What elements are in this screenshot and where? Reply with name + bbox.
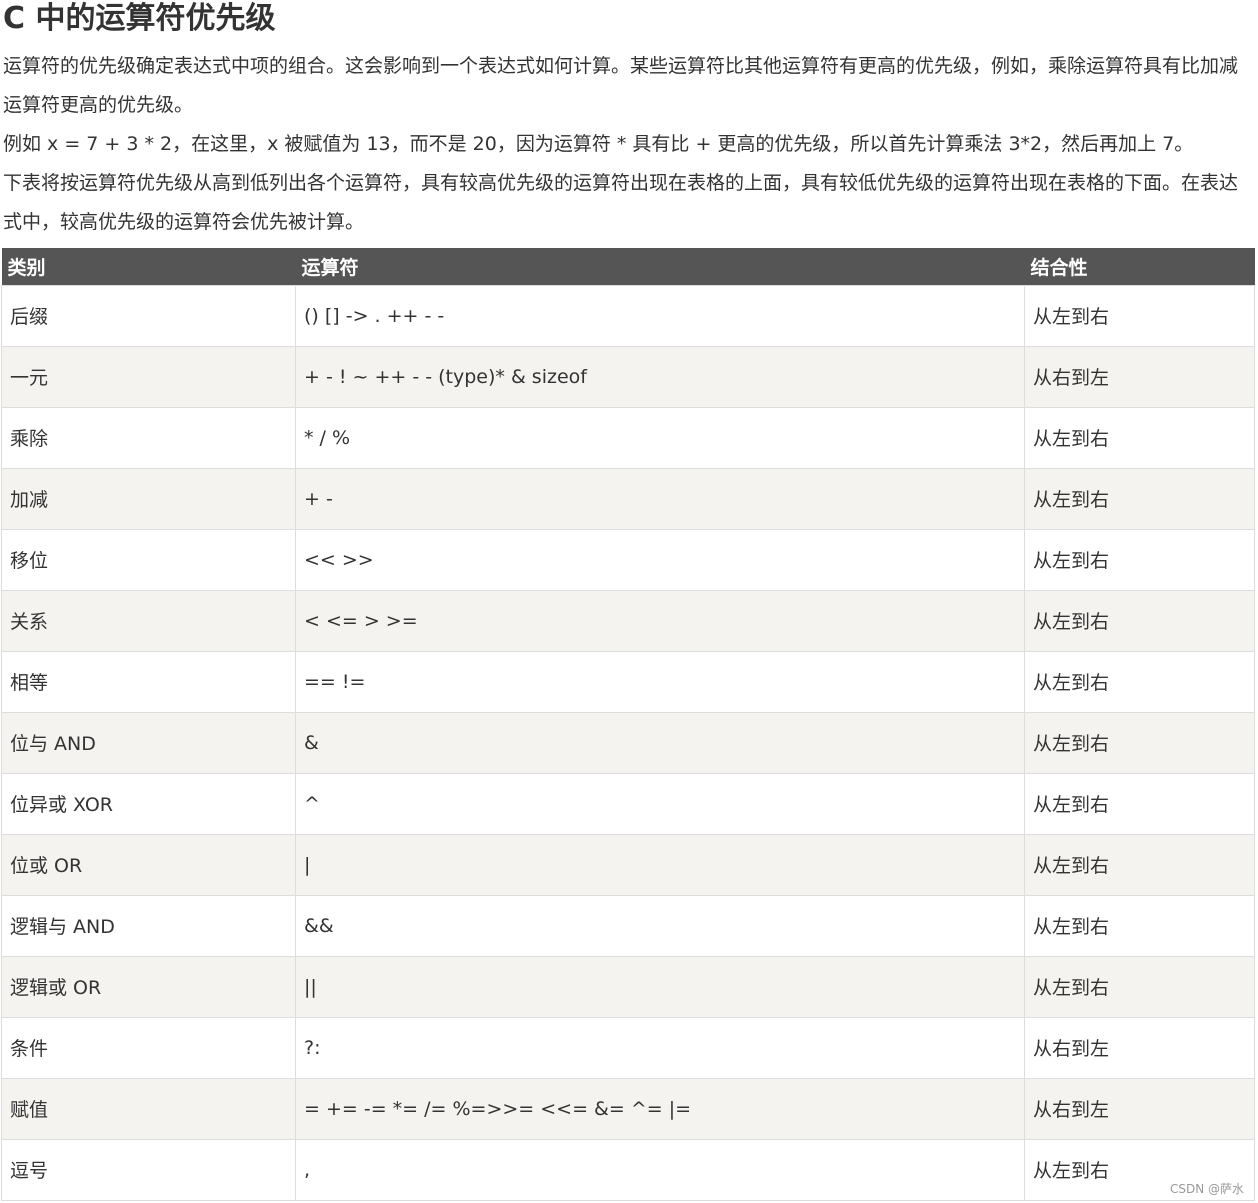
cell-associativity: 从右到左 [1024,1016,1255,1079]
table-row: 关系 < <= > >= 从左到右 [1,589,1255,652]
cell-associativity: 从左到右 [1024,894,1255,957]
cell-associativity: 从左到右 [1024,711,1255,774]
cell-operators: && [295,894,1025,957]
cell-operators: << >> [295,528,1025,591]
intro-paragraph-table-description: 下表将按运算符优先级从高到低列出各个运算符，具有较高优先级的运算符出现在表格的上… [3,172,1239,233]
cell-operators: ^ [295,772,1025,835]
table-row: 赋值 = += -= *= /= %=>>= <<= &= ^= |= 从右到左 [1,1077,1255,1140]
cell-operators: | [295,833,1025,896]
cell-category: 关系 [1,589,296,652]
cell-category: 后缀 [1,284,296,347]
header-category: 类别 [1,248,296,285]
table-row: 相等 == != 从左到右 [1,650,1255,713]
csdn-watermark: CSDN @萨水 [1169,1182,1244,1196]
cell-associativity: 从右到左 [1024,345,1255,408]
cell-associativity: 从左到右 [1024,772,1255,835]
cell-category: 一元 [1,345,296,408]
article: C 中的运算符优先级 运算符的优先级确定表达式中项的组合。这会影响到一个表达式如… [0,0,1258,1203]
cell-associativity: 从左到右 [1024,467,1255,530]
cell-operators: = += -= *= /= %=>>= <<= &= ^= |= [295,1077,1025,1140]
table-header-row: 类别 运算符 结合性 [1,248,1255,285]
cell-category: 逗号 [1,1138,296,1201]
cell-associativity: 从左到右 [1024,955,1255,1018]
operator-precedence-table: 类别 运算符 结合性 后缀 () [] -> . ++ - - 从左到右 一元 … [1,248,1255,1201]
table-row: 位或 OR | 从左到右 [1,833,1255,896]
cell-associativity: 从左到右 [1024,650,1255,713]
cell-associativity: 从左到右 [1024,528,1255,591]
cell-associativity: 从左到右 [1024,406,1255,469]
table-row: 乘除 * / % 从左到右 [1,406,1255,469]
table-row: 加减 + - 从左到右 [1,467,1255,530]
cell-category: 赋值 [1,1077,296,1140]
table-row: 逗号 , 从左到右 [1,1138,1255,1201]
cell-category: 逻辑与 AND [1,894,296,957]
cell-operators: + - [295,467,1025,530]
intro-paragraph-example: 例如 x = 7 + 3 * 2，在这里，x 被赋值为 13，而不是 20，因为… [3,133,1194,155]
cell-operators: < <= > >= [295,589,1025,652]
cell-associativity: 从左到右 [1024,284,1255,347]
table-row: 位与 AND & 从左到右 [1,711,1255,774]
cell-associativity: 从左到右 [1024,589,1255,652]
cell-category: 乘除 [1,406,296,469]
page-title: C 中的运算符优先级 [3,1,276,36]
cell-category: 位或 OR [1,833,296,896]
table-row: 逻辑或 OR || 从左到右 [1,955,1255,1018]
table-row: 一元 + - ! ~ ++ - - (type)* & sizeof 从右到左 [1,345,1255,408]
cell-category: 加减 [1,467,296,530]
cell-associativity: 从左到右 [1024,833,1255,896]
cell-operators: * / % [295,406,1025,469]
header-associativity: 结合性 [1024,248,1255,285]
table-row: 后缀 () [] -> . ++ - - 从左到右 [1,284,1255,347]
header-operators: 运算符 [295,248,1025,285]
cell-operators: || [295,955,1025,1018]
table-row: 逻辑与 AND && 从左到右 [1,894,1255,957]
cell-operators: () [] -> . ++ - - [295,284,1025,347]
table-row: 移位 << >> 从左到右 [1,528,1255,591]
intro-paragraph-precedence: 运算符的优先级确定表达式中项的组合。这会影响到一个表达式如何计算。某些运算符比其… [3,55,1239,116]
cell-operators: == != [295,650,1025,713]
cell-category: 位异或 XOR [1,772,296,835]
cell-category: 移位 [1,528,296,591]
intro-text: 运算符的优先级确定表达式中项的组合。这会影响到一个表达式如何计算。某些运算符比其… [3,47,1253,242]
cell-operators: + - ! ~ ++ - - (type)* & sizeof [295,345,1025,408]
cell-operators: ?: [295,1016,1025,1079]
cell-category: 条件 [1,1016,296,1079]
cell-category: 逻辑或 OR [1,955,296,1018]
table-row: 条件 ?: 从右到左 [1,1016,1255,1079]
cell-operators: & [295,711,1025,774]
table-row: 位异或 XOR ^ 从左到右 [1,772,1255,835]
cell-associativity: 从右到左 [1024,1077,1255,1140]
cell-category: 位与 AND [1,711,296,774]
cell-operators: , [295,1138,1025,1201]
cell-category: 相等 [1,650,296,713]
